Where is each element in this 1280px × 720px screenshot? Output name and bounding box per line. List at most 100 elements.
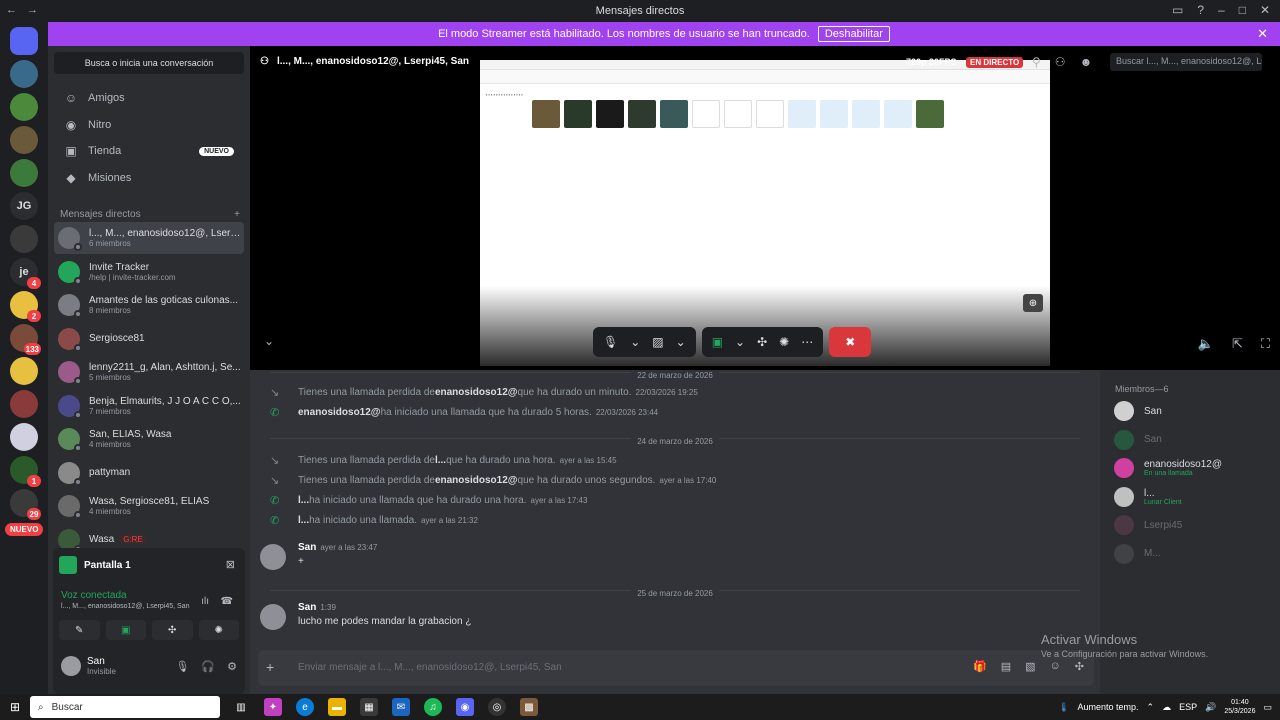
message-composer[interactable]: + Enviar mensaje a l..., M..., enanosido… (258, 650, 1094, 686)
taskbar-search-input[interactable]: ⌕ Buscar (30, 696, 220, 718)
message-input[interactable]: Enviar mensaje a l..., M..., enanosidoso… (298, 662, 562, 673)
headphones-icon[interactable]: 🎧 (201, 660, 215, 673)
disable-streamer-button[interactable]: Deshabilitar (817, 26, 890, 42)
screen-share-preview[interactable]: Pantalla 1 (59, 554, 131, 576)
sys-user[interactable]: enanosidoso12@ (298, 407, 381, 418)
nav-item-tienda[interactable]: ▣ Tienda NUEVO (54, 139, 244, 163)
server-icon[interactable] (10, 60, 38, 88)
inbox-icon[interactable]: ▭ (1172, 3, 1183, 17)
server-icon[interactable]: 1 (10, 456, 41, 487)
close-window-icon[interactable]: ✕ (1260, 3, 1270, 17)
server-icon[interactable]: 2 (10, 291, 41, 322)
soundboard-button[interactable]: ✺ (198, 620, 239, 640)
channel-search-input[interactable]: Buscar l..., M..., enanosidoso12@, Lserp… (1110, 53, 1262, 71)
sys-user[interactable]: l... (298, 515, 309, 526)
notifications-icon[interactable]: ▭ (1263, 702, 1272, 713)
task-view-icon[interactable]: ▥ (232, 698, 250, 716)
dm-search-input[interactable]: Busca o inicia una conversación (54, 52, 244, 74)
server-icon[interactable]: 29 (10, 489, 41, 520)
dm-item[interactable]: San, ELIAS, Wasa 4 miembros (54, 423, 244, 455)
user-area[interactable]: San Invisible (61, 656, 116, 676)
clock[interactable]: 01:40 25/3/2026 (1224, 698, 1255, 716)
pin-icon[interactable]: ⚲ (1032, 55, 1041, 69)
more-options-icon[interactable]: ⋯ (801, 335, 813, 349)
dm-item[interactable]: Benja, Elmaurits, J J O A C C O,... 7 mie… (54, 390, 244, 422)
server-icon[interactable] (10, 390, 38, 418)
stop-share-icon[interactable]: ⊠ (226, 558, 235, 571)
add-friend-icon[interactable]: ⚇ (1055, 55, 1066, 69)
copilot-icon[interactable]: ✦ (264, 698, 282, 716)
sys-user[interactable]: enanosidoso12@ (435, 387, 518, 398)
dm-item[interactable]: Sergiosce81 (54, 323, 244, 355)
volume-tray-icon[interactable]: 🔊 (1205, 702, 1216, 713)
dm-item[interactable]: Invite Tracker/help | invite-tracker.com (54, 256, 244, 288)
language-indicator[interactable]: ESP (1179, 702, 1197, 712)
discord-taskbar-icon[interactable]: ◉ (456, 698, 474, 716)
nav-item-misiones[interactable]: ◆ Misiones (54, 166, 244, 190)
microphone-icon[interactable]: 🎙 (175, 660, 189, 673)
message-author[interactable]: San (298, 542, 316, 553)
store-icon[interactable]: ▦ (360, 698, 378, 716)
screen-share-icon[interactable]: ▣ (712, 335, 723, 349)
gif-icon[interactable]: ▤ (1001, 660, 1011, 673)
dm-item[interactable]: Amantes de las goticas culonas... 8 miemb… (54, 289, 244, 321)
settings-gear-icon[interactable]: ⚙ (227, 660, 237, 673)
forward-arrow-icon[interactable]: → (27, 4, 38, 16)
disconnect-icon[interactable]: ☎ (221, 596, 233, 607)
new-servers-pill[interactable]: NUEVO (5, 523, 44, 536)
server-icon[interactable] (10, 93, 38, 121)
minimize-icon[interactable]: – (1218, 3, 1225, 17)
nav-item-nitro[interactable]: ◉ Nitro (54, 113, 244, 137)
sys-user[interactable]: l... (435, 455, 446, 466)
share-screen-button[interactable]: ▣ (105, 620, 146, 640)
camera-toggle-icon[interactable]: ▨ (652, 335, 663, 349)
zoom-icon[interactable]: ⊕ (1023, 294, 1043, 312)
attach-plus-icon[interactable]: + (266, 659, 274, 675)
members-icon[interactable]: ☻ (1080, 55, 1093, 69)
network-icon[interactable]: ☁ (1162, 702, 1171, 713)
server-icon[interactable] (10, 159, 38, 187)
weather-text[interactable]: Aumento temp. (1078, 702, 1139, 712)
member-item[interactable]: Lserpi45 (1114, 514, 1182, 536)
shared-screen-preview[interactable]: ▪ ▪ ▪ ▪ ▪ ▪ ▪ ▪ ▪ ▪ ▪ ▪ ▪ ▪ ▪ (480, 60, 1050, 366)
sys-user[interactable]: l... (298, 495, 309, 506)
share-options-chevron-icon[interactable]: ⌄ (735, 335, 745, 349)
activities-button[interactable]: ✣ (152, 620, 193, 640)
server-icon[interactable] (10, 225, 38, 253)
voice-status-label[interactable]: Voz conectada (61, 590, 190, 601)
chrome-icon[interactable]: ◎ (488, 698, 506, 716)
dm-item[interactable]: pattyman (54, 457, 244, 489)
member-item[interactable]: San (1114, 400, 1162, 422)
server-icon[interactable]: 133 (10, 324, 41, 355)
tray-chevron-icon[interactable]: ⌃ (1147, 702, 1155, 713)
server-icon[interactable] (10, 423, 38, 451)
emoji-icon[interactable]: ☺ (1050, 660, 1061, 673)
member-item[interactable]: San (1114, 429, 1162, 451)
add-dm-icon[interactable]: + (234, 209, 240, 220)
camera-options-chevron-icon[interactable]: ⌄ (676, 335, 686, 349)
chevron-down-icon[interactable]: ⌄ (264, 334, 274, 348)
fullscreen-icon[interactable]: ⛶ (1261, 336, 1270, 352)
windows-start-icon[interactable]: ⊞ (0, 700, 30, 714)
member-item[interactable]: enanosidoso12@ En una llamada (1114, 457, 1222, 479)
member-item[interactable]: l... Lunar Client (1114, 486, 1182, 508)
message-author[interactable]: San (298, 602, 316, 613)
server-icon[interactable] (10, 126, 38, 154)
mail-icon[interactable]: ✉ (392, 698, 410, 716)
server-icon[interactable]: JG (10, 192, 38, 220)
nav-item-amigos[interactable]: ☺ Amigos (54, 86, 244, 110)
mic-options-chevron-icon[interactable]: ⌄ (630, 335, 640, 349)
apps-icon[interactable]: ✣ (1075, 660, 1084, 673)
discord-home-icon[interactable] (10, 27, 38, 55)
avatar[interactable] (260, 544, 286, 570)
minecraft-icon[interactable]: ▩ (520, 698, 538, 716)
sys-user[interactable]: enanosidoso12@ (435, 475, 518, 486)
close-banner-icon[interactable]: ✕ (1257, 26, 1268, 42)
sticker-icon[interactable]: ▧ (1025, 660, 1035, 673)
spotify-icon[interactable]: ♫ (424, 698, 442, 716)
gift-icon[interactable]: 🎁 (973, 660, 987, 673)
member-item[interactable]: M... (1114, 543, 1161, 565)
edge-icon[interactable]: e (296, 698, 314, 716)
dm-item[interactable]: Wasa, Sergiosce81, ELIAS 4 miembros (54, 490, 244, 522)
weather-icon[interactable]: 🌡 (1058, 702, 1069, 713)
